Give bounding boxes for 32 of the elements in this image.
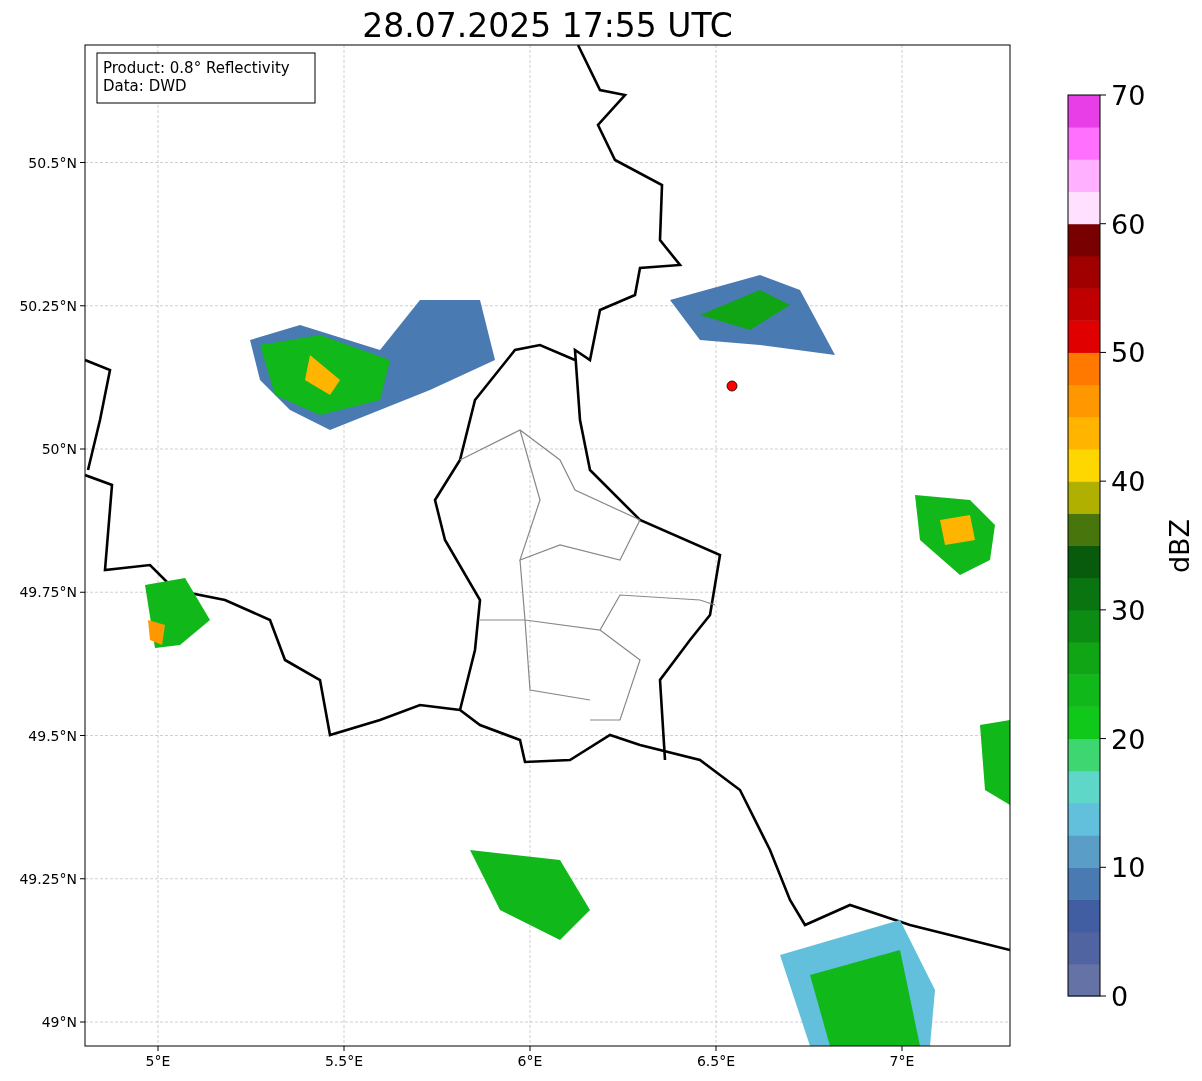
tick-mark: [1099, 351, 1107, 353]
colorbar-tick-label: 50: [1111, 337, 1146, 369]
colorbar-tick-label: 30: [1111, 594, 1146, 626]
colorbar-tick-label: 70: [1111, 80, 1146, 111]
tick-mark: [1099, 738, 1107, 740]
tick-mark: [1099, 94, 1107, 96]
y-tick-label: 50.25°N: [19, 297, 77, 314]
tick-mark: [1099, 223, 1107, 225]
y-tick-label: 49°N: [41, 1014, 77, 1030]
y-tick-label: 49.75°N: [19, 584, 77, 601]
y-tick-label: 49.5°N: [28, 727, 77, 744]
tick-mark: [1099, 609, 1107, 611]
tick-mark: [1099, 480, 1107, 482]
colorbar-tick-label: 10: [1111, 852, 1146, 884]
x-tick-label: 6.5°E: [696, 1053, 736, 1069]
x-tick-label: 7°E: [889, 1053, 915, 1069]
y-tick-label: 50°N: [41, 441, 77, 457]
x-tick-label: 6°E: [517, 1053, 543, 1069]
chart-title: 28.07.2025 17:55 UTC: [362, 6, 733, 45]
x-tick-label: 5°E: [145, 1053, 171, 1069]
annotation-text: Data: DWD: [103, 77, 187, 95]
colorbar-label: dBZ: [1164, 518, 1195, 574]
x-tick-label: 5.5°E: [324, 1053, 364, 1069]
colorbar-tick-label: 0: [1111, 981, 1129, 1012]
annotation-text: Product: 0.8° Reflectivity: [103, 59, 290, 77]
y-tick-label: 50.5°N: [28, 154, 77, 171]
colorbar-tick-label: 20: [1111, 723, 1146, 755]
tick-mark: [1099, 995, 1107, 997]
colorbar-tick-label: 60: [1111, 208, 1146, 240]
y-tick-label: 49.25°N: [19, 870, 77, 887]
tick-mark: [1099, 866, 1107, 868]
colorbar-tick-label: 40: [1111, 466, 1146, 498]
